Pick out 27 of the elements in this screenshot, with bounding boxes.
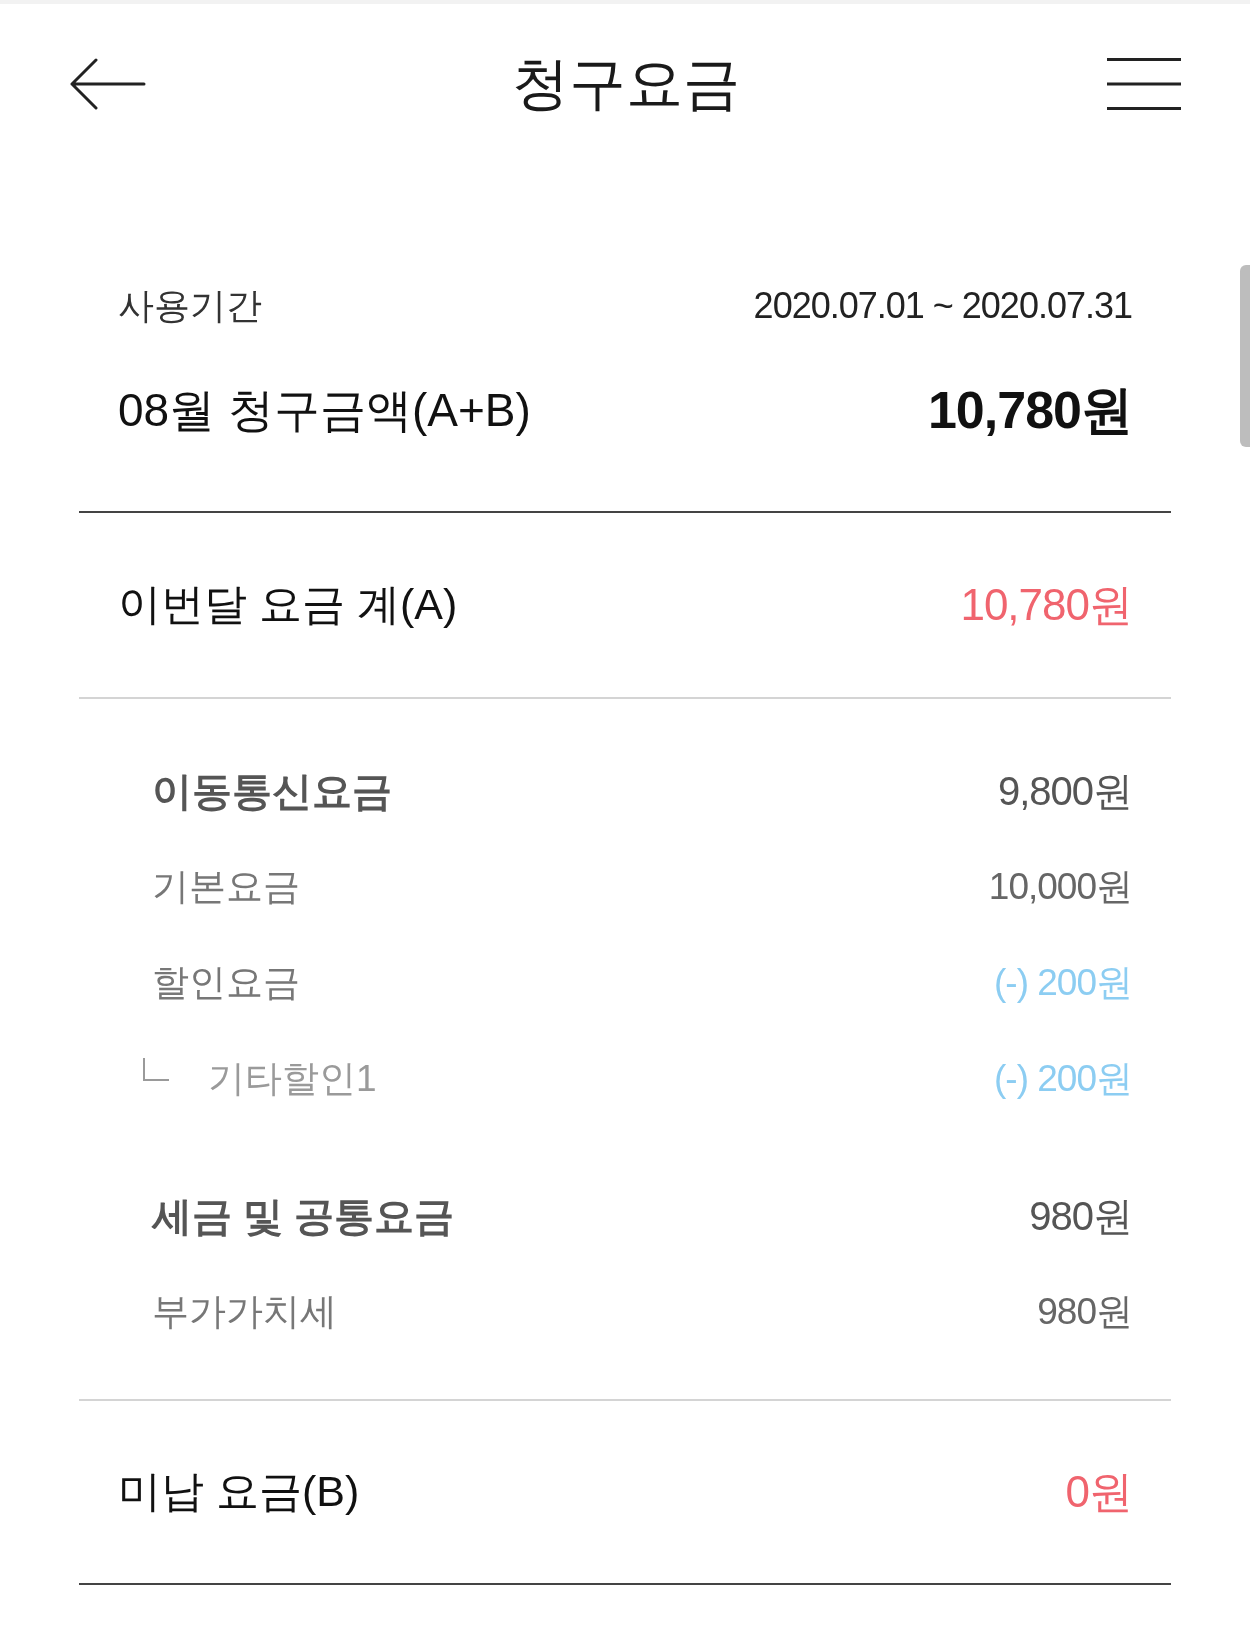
fee-item-amount: 980원 bbox=[1037, 1290, 1132, 1334]
tree-branch-icon bbox=[143, 1057, 169, 1081]
section-title: 미납 요금(B) bbox=[118, 1466, 360, 1517]
menu-button[interactable] bbox=[1107, 58, 1181, 110]
fee-item-amount: (-) 200원 bbox=[994, 1057, 1132, 1101]
fee-item-label: 기본요금 bbox=[152, 865, 300, 909]
page-title: 청구요금 bbox=[511, 49, 740, 117]
section-amount: 10,780원 bbox=[960, 578, 1132, 631]
fee-item-amount: 10,000원 bbox=[988, 865, 1132, 909]
fee-group-label: 이동통신요금 bbox=[152, 767, 392, 815]
fee-group-label: 세금 및 공통요금 bbox=[152, 1192, 455, 1240]
back-arrow-icon bbox=[70, 58, 146, 110]
fee-item-amount: (-) 200원 bbox=[994, 961, 1132, 1005]
scrollbar-thumb[interactable] bbox=[1240, 265, 1250, 447]
billed-total-amount: 10,780원 bbox=[927, 380, 1132, 441]
usage-period-label: 사용기간 bbox=[118, 283, 262, 328]
section-amount: 0원 bbox=[1065, 1465, 1132, 1518]
fee-item-label: 할인요금 bbox=[152, 961, 300, 1005]
fee-group-amount: 980원 bbox=[1029, 1192, 1132, 1240]
fee-item-label: 기타할인1 bbox=[208, 1057, 377, 1101]
fee-group-amount: 9,800원 bbox=[997, 767, 1132, 815]
usage-period-value: 2020.07.01 ~ 2020.07.31 bbox=[753, 285, 1132, 327]
billed-total-label: 08월 청구금액(A+B) bbox=[118, 383, 531, 438]
section-title: 이번달 요금 계(A) bbox=[118, 579, 458, 630]
back-button[interactable] bbox=[70, 58, 146, 110]
menu-icon bbox=[1107, 58, 1181, 110]
fee-item-label: 부가가치세 bbox=[152, 1290, 337, 1334]
